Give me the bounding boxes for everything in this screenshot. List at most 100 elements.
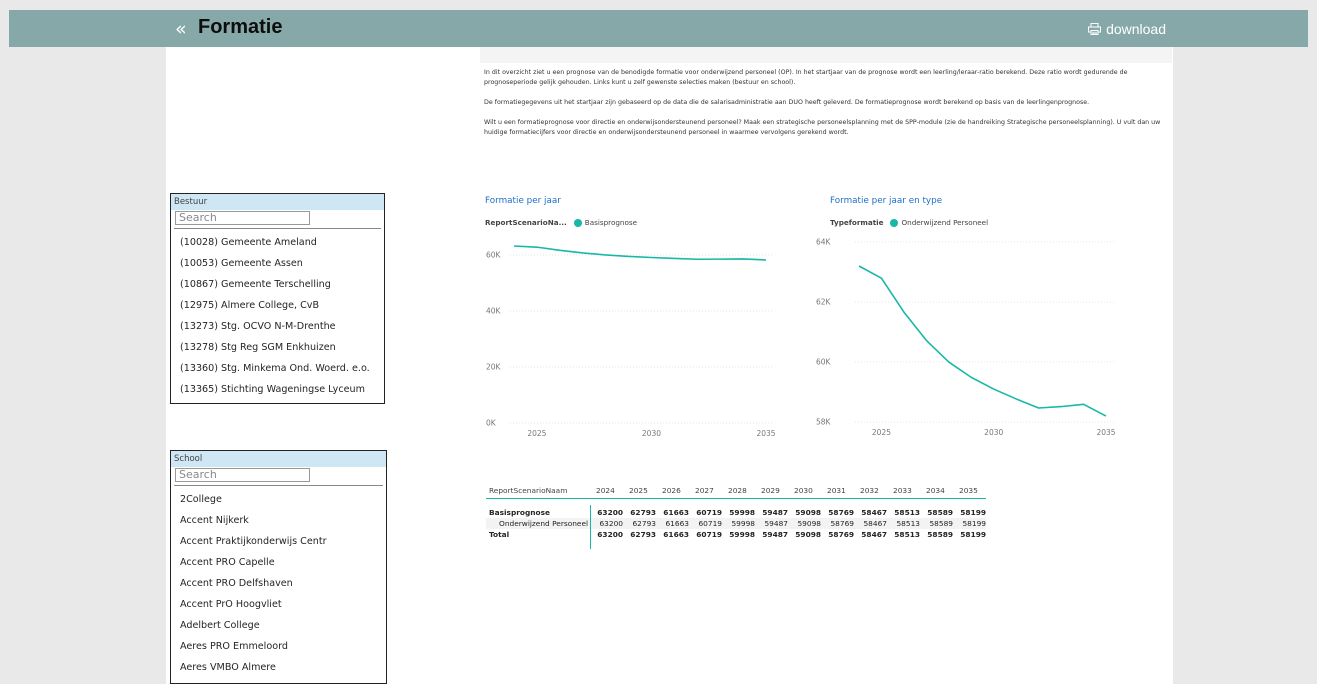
series-line[interactable] — [513, 245, 767, 261]
table-cell: 58513 — [894, 508, 920, 517]
legend-item[interactable]: Onderwijzend Personeel — [901, 218, 988, 227]
y-tick-label: 40K — [486, 306, 502, 315]
year-header[interactable]: 2034 — [920, 484, 953, 498]
table-cell: 60719 — [696, 530, 722, 539]
table-cell: 59487 — [762, 508, 788, 517]
intro-paragraph-2: De formatiegegevens uit het startjaar zi… — [484, 99, 1090, 106]
list-item[interactable]: Accent PRO Capelle — [171, 557, 386, 578]
x-tick-label: 2030 — [984, 428, 1003, 437]
table-cell: 62793 — [632, 519, 656, 528]
matrix-spacer — [486, 499, 986, 507]
table-cell: 58589 — [929, 519, 953, 528]
list-item[interactable]: (10053) Gemeente Assen — [171, 258, 384, 279]
table-cell: 59998 — [729, 508, 755, 517]
legend-marker — [573, 218, 582, 227]
table-cell: 58589 — [927, 508, 953, 517]
x-tick-label: 2035 — [756, 429, 775, 438]
table-cell: 63200 — [599, 519, 623, 528]
report-top-strip — [480, 47, 1172, 63]
legend-marker — [890, 218, 899, 227]
list-item[interactable]: Accent PRO Delfshaven — [171, 578, 386, 599]
y-tick-label: 64K — [816, 238, 832, 247]
table-cell: 60719 — [696, 508, 722, 517]
list-item[interactable]: (13365) Stichting Wageningse Lyceum — [171, 384, 384, 403]
table-cell: 61663 — [663, 508, 689, 517]
matrix-row-header-divider — [590, 505, 591, 549]
search-input[interactable]: Search — [175, 468, 310, 482]
legend-field: Typeformatie — [830, 218, 884, 227]
chart1-title: Formatie per jaar — [485, 196, 561, 206]
row-label[interactable]: Basisprognose — [486, 507, 590, 518]
year-header[interactable]: 2033 — [887, 484, 920, 498]
table-cell: 58513 — [894, 530, 920, 539]
matrix-corner-header: ReportScenarioNaam — [489, 486, 568, 495]
year-header[interactable]: 2028 — [722, 484, 755, 498]
year-header[interactable]: 2025 — [623, 484, 656, 498]
table-cell: 61663 — [665, 519, 689, 528]
app-header: « Formatie download — [9, 10, 1308, 47]
table-cell: 63200 — [597, 530, 623, 539]
back-button[interactable]: « — [175, 18, 187, 40]
series-line[interactable] — [858, 265, 1107, 417]
list-item[interactable]: (13273) Stg. OCVO N-M-Drenthe — [171, 321, 384, 342]
row-label[interactable]: Onderwijzend Personeel — [486, 518, 590, 529]
chart1-legend: ReportScenarioNa... Basisprognose — [485, 218, 637, 227]
table-cell: 58769 — [828, 508, 854, 517]
y-tick-label: 60K — [816, 358, 832, 367]
list-item[interactable]: Adelbert College — [171, 620, 386, 641]
list-item[interactable]: Accent Praktijkonderwijs Centr — [171, 536, 386, 557]
table-row: Total 63200 62793 61663 60719 59998 5948… — [486, 529, 986, 540]
chart2-line-chart: 58K 60K 62K 64K 2025 2030 2035 — [816, 238, 1116, 438]
list-item[interactable]: (12975) Almere College, CvB — [171, 300, 384, 321]
search-input[interactable]: Search — [175, 211, 310, 225]
bestuur-list: (10028) Gemeente Ameland (10053) Gemeent… — [171, 237, 384, 403]
list-item[interactable]: Accent Nijkerk — [171, 515, 386, 536]
intro-text: In dit overzicht ziet u een prognose van… — [484, 68, 1164, 148]
year-header[interactable]: 2032 — [854, 484, 887, 498]
year-header[interactable]: 2030 — [788, 484, 821, 498]
printer-icon — [1088, 23, 1102, 35]
divider — [174, 228, 381, 229]
list-item[interactable]: (10028) Gemeente Ameland — [171, 237, 384, 258]
list-item[interactable]: (10867) Gemeente Terschelling — [171, 279, 384, 300]
table-cell: 59098 — [795, 530, 821, 539]
table-cell: 58467 — [863, 519, 887, 528]
table-row: Onderwijzend Personeel 63200 62793 61663… — [486, 518, 986, 529]
divider — [174, 485, 383, 486]
y-tick-label: 60K — [486, 250, 502, 259]
list-item[interactable]: Aeres VMBO Almere — [171, 662, 386, 683]
table-cell: 58513 — [896, 519, 920, 528]
year-header[interactable]: 2027 — [689, 484, 722, 498]
list-item[interactable]: Aeres PRO Emmeloord — [171, 641, 386, 662]
table-cell: 58467 — [861, 530, 887, 539]
year-header[interactable]: 2026 — [656, 484, 689, 498]
y-tick-label: 0K — [486, 419, 497, 428]
year-header[interactable]: 2035 — [953, 484, 986, 498]
list-item[interactable]: Accent PrO Hoogvliet — [171, 599, 386, 620]
chart2-title: Formatie per jaar en type — [830, 196, 943, 206]
list-item[interactable]: 2College — [171, 494, 386, 515]
table-cell: 59098 — [795, 508, 821, 517]
list-item[interactable]: (13360) Stg. Minkema Ond. Woerd. e.o. — [171, 363, 384, 384]
table-cell: 62793 — [630, 530, 656, 539]
download-button[interactable]: download — [1088, 21, 1166, 37]
table-cell: 62793 — [630, 508, 656, 517]
table-cell: 59098 — [797, 519, 821, 528]
year-header[interactable]: 2024 — [590, 484, 623, 498]
legend-item[interactable]: Basisprognose — [585, 218, 637, 227]
school-slicer: School Search 2College Accent Nijkerk Ac… — [170, 450, 387, 684]
chart2-legend: Typeformatie Onderwijzend Personeel — [830, 218, 988, 227]
x-tick-label: 2035 — [1096, 428, 1115, 437]
y-tick-label: 62K — [816, 298, 832, 307]
y-tick-label: 20K — [486, 362, 502, 371]
slicer-title: Bestuur — [171, 194, 384, 210]
table-cell: 58199 — [960, 530, 986, 539]
year-header[interactable]: 2029 — [755, 484, 788, 498]
list-item[interactable]: (13278) Stg Reg SGM Enkhuizen — [171, 342, 384, 363]
table-cell: 58467 — [861, 508, 887, 517]
year-header[interactable]: 2031 — [821, 484, 854, 498]
legend-field: ReportScenarioNa... — [485, 218, 567, 227]
table-cell: 58589 — [927, 530, 953, 539]
table-row: Basisprognose 63200 62793 61663 60719 59… — [486, 507, 986, 518]
table-cell: 58769 — [830, 519, 854, 528]
